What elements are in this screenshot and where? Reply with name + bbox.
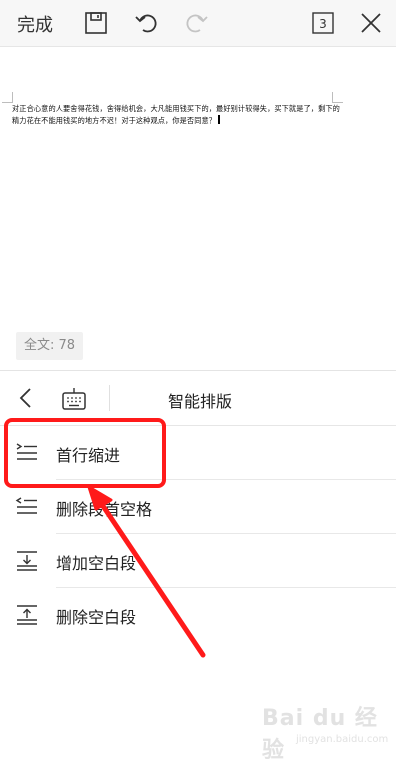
top-toolbar: 完成 3	[0, 0, 396, 47]
keyboard-icon[interactable]	[61, 387, 87, 411]
back-icon[interactable]	[16, 387, 38, 409]
page-count: 3	[319, 17, 327, 31]
delete-blank-paragraph-icon	[15, 603, 39, 627]
menu-item-delete-leading-space[interactable]: 删除段首空格	[0, 480, 396, 534]
header-divider	[109, 385, 110, 411]
undo-icon[interactable]	[134, 10, 160, 36]
word-count-badge: 全文: 78	[16, 332, 84, 360]
save-icon[interactable]	[83, 10, 109, 36]
watermark: Bai du 经验	[262, 706, 378, 763]
add-blank-paragraph-icon	[15, 549, 39, 573]
document-text: 对正合心意的人要舍得花钱，舍得给机会，大凡能用钱买下的，最好别计较得失，买下就是…	[12, 104, 340, 125]
menu-item-label: 删除段首空格	[56, 500, 153, 519]
menu-item-label: 增加空白段	[56, 554, 137, 573]
close-icon[interactable]	[358, 10, 384, 36]
menu-item-delete-blank-paragraph[interactable]: 删除空白段	[0, 588, 396, 642]
text-cursor	[218, 115, 221, 124]
redo-icon[interactable]	[183, 10, 209, 36]
page-count-icon[interactable]: 3	[310, 10, 336, 36]
document-page[interactable]: 对正合心意的人要舍得花钱，舍得给机会，大凡能用钱买下的，最好别计较得失，买下就是…	[0, 47, 396, 369]
menu-item-label: 删除空白段	[56, 608, 137, 627]
menu-item-add-blank-paragraph[interactable]: 增加空白段	[0, 534, 396, 588]
done-button[interactable]: 完成	[17, 11, 53, 37]
highlight-box	[4, 418, 166, 488]
margin-corner-top-left	[2, 92, 13, 103]
document-text-block[interactable]: 对正合心意的人要舍得花钱，舍得给机会，大凡能用钱买下的，最好别计较得失，买下就是…	[12, 103, 342, 127]
panel-title: 智能排版	[167, 392, 232, 411]
delete-leading-space-icon	[15, 495, 39, 519]
watermark-url: jingyan.baidu.com	[296, 734, 389, 745]
margin-corner-top-right	[332, 92, 343, 103]
